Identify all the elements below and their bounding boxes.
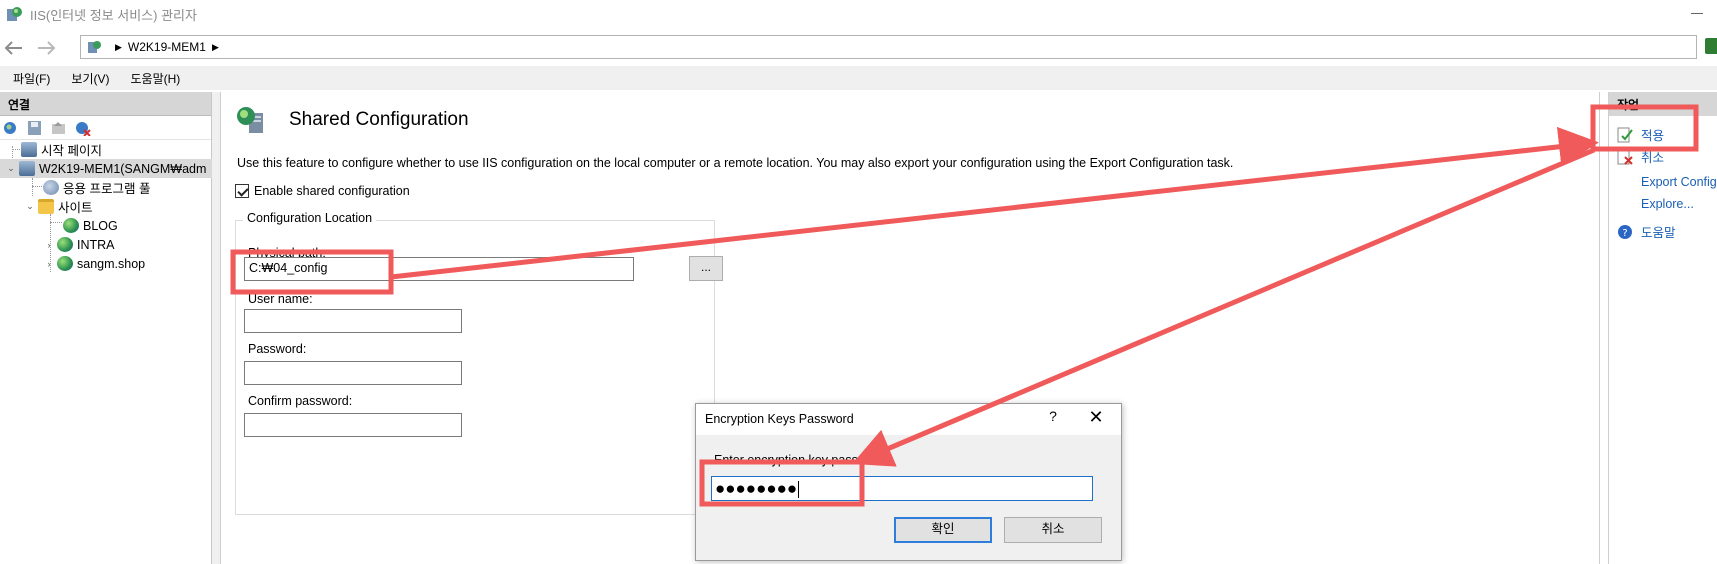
- connections-toolbar: [0, 116, 211, 140]
- globe-icon: [63, 218, 79, 233]
- confirm-password-input[interactable]: [244, 413, 462, 437]
- dialog-close-icon[interactable]: ✕: [1086, 407, 1106, 428]
- menu-view[interactable]: 보기(V): [71, 70, 109, 87]
- refresh-icon[interactable]: [1705, 38, 1717, 54]
- navigation-bar: ▶ W2K19-MEM1 ▶: [0, 30, 1717, 66]
- title-bar: IIS(인터넷 정보 서비스) 관리자: [0, 0, 1717, 28]
- forward-icon[interactable]: [34, 36, 58, 60]
- iis-app-icon: [7, 7, 22, 21]
- up-level-icon[interactable]: [50, 120, 68, 136]
- help-action[interactable]: ? 도움말: [1617, 222, 1676, 241]
- connections-pane: 연결 시작 페이지 ⌄ W2K19-MEM1(SANGM₩adm 응용 프로그램…: [0, 92, 212, 564]
- globe-icon: [57, 237, 73, 252]
- cancel-icon: [1617, 149, 1633, 165]
- tree-item-label: W2K19-MEM1(SANGM₩adm: [39, 161, 207, 176]
- cancel-action[interactable]: 취소: [1617, 147, 1664, 166]
- address-bar[interactable]: ▶ W2K19-MEM1 ▶: [80, 35, 1697, 59]
- pane-splitter[interactable]: [212, 92, 220, 564]
- apply-label: 적용: [1641, 129, 1665, 143]
- app-pool-icon: [43, 180, 59, 195]
- tree-item-start-page[interactable]: 시작 페이지: [8, 140, 102, 159]
- physical-path-input[interactable]: C:₩04_config: [244, 257, 634, 281]
- menu-help[interactable]: 도움말(H): [130, 70, 180, 87]
- globe-icon: [57, 256, 73, 271]
- ok-button[interactable]: 확인: [894, 517, 992, 543]
- tree-item-label: 시작 페이지: [41, 144, 102, 158]
- apply-action[interactable]: 적용: [1617, 125, 1664, 144]
- start-page-icon: [21, 142, 37, 157]
- breadcrumb-arrow-icon[interactable]: ▶: [212, 42, 219, 53]
- delete-connection-icon[interactable]: [74, 120, 92, 136]
- enable-shared-config-row[interactable]: Enable shared configuration: [235, 184, 410, 198]
- actions-header: 작업: [1609, 92, 1717, 116]
- apply-icon: [1617, 127, 1633, 142]
- tree-item-site-sangm-shop[interactable]: › sangm.shop: [44, 254, 145, 273]
- actions-pane: 작업 적용 취소 Export Config Explore... ? 도움말: [1608, 92, 1717, 564]
- text-caret: [798, 481, 800, 499]
- password-label: Password:: [248, 342, 307, 356]
- collapse-arrow-icon[interactable]: ⌄: [6, 163, 16, 174]
- explore-link[interactable]: Explore...: [1641, 197, 1694, 211]
- breadcrumb-server[interactable]: W2K19-MEM1: [128, 40, 206, 54]
- tree-item-label: 사이트: [58, 201, 93, 215]
- minimize-icon[interactable]: [1691, 13, 1703, 14]
- collapse-arrow-icon[interactable]: ⌄: [25, 201, 35, 212]
- user-name-input[interactable]: [244, 309, 462, 333]
- expand-arrow-icon[interactable]: ›: [44, 259, 54, 269]
- dialog-title: Encryption Keys Password: [705, 412, 854, 426]
- tree-item-label: 응용 프로그램 풀: [63, 182, 151, 196]
- tree-item-label: INTRA: [77, 237, 115, 252]
- export-configuration-link[interactable]: Export Config: [1641, 175, 1717, 189]
- encryption-key-label: Enter encryption key password:: [714, 453, 889, 467]
- connections-header: 연결: [0, 92, 211, 116]
- menu-bar: 파일(F) 보기(V) 도움말(H): [0, 66, 1717, 90]
- password-input[interactable]: [244, 361, 462, 385]
- tree-item-app-pools[interactable]: 응용 프로그램 풀: [30, 178, 150, 197]
- server-icon: [88, 41, 101, 53]
- feature-description: Use this feature to configure whether to…: [237, 156, 1234, 170]
- tree-item-label: sangm.shop: [77, 256, 146, 271]
- encryption-key-masked-value: ●●●●●●●●: [715, 479, 798, 498]
- breadcrumb-arrow-icon[interactable]: ▶: [115, 42, 122, 53]
- menu-file[interactable]: 파일(F): [13, 70, 50, 87]
- user-name-label: User name:: [248, 292, 313, 306]
- help-icon: ?: [1618, 224, 1632, 239]
- folder-icon: [38, 199, 54, 214]
- tree-item-label: BLOG: [83, 218, 118, 233]
- enable-shared-config-label: Enable shared configuration: [254, 184, 410, 198]
- encryption-key-password-input[interactable]: ●●●●●●●●: [711, 476, 1093, 501]
- cancel-label: 취소: [1641, 151, 1665, 165]
- configuration-location-label: Configuration Location: [243, 211, 377, 225]
- back-icon[interactable]: [2, 36, 26, 60]
- encryption-keys-password-dialog: Encryption Keys Password ? ✕ Enter encry…: [695, 403, 1122, 561]
- dialog-help-icon[interactable]: ?: [1043, 408, 1063, 424]
- browse-button[interactable]: ...: [689, 256, 723, 281]
- enable-shared-config-checkbox[interactable]: [235, 184, 249, 198]
- save-icon[interactable]: [26, 120, 44, 136]
- confirm-password-label: Confirm password:: [248, 394, 353, 408]
- shared-configuration-icon: [237, 107, 263, 133]
- tree-item-site-blog[interactable]: BLOG: [50, 216, 118, 235]
- tree-item-site-intra[interactable]: › INTRA: [44, 235, 115, 254]
- tree-item-sites[interactable]: ⌄ 사이트: [25, 197, 93, 216]
- expand-arrow-icon[interactable]: ›: [44, 240, 54, 250]
- server-icon: [19, 161, 35, 176]
- dialog-cancel-button[interactable]: 취소: [1004, 517, 1102, 543]
- help-label: 도움말: [1641, 226, 1676, 240]
- connect-icon[interactable]: [2, 120, 20, 136]
- svg-text:?: ?: [1622, 228, 1627, 239]
- dialog-title-bar: Encryption Keys Password ? ✕: [696, 404, 1121, 435]
- tree-item-server[interactable]: ⌄ W2K19-MEM1(SANGM₩adm: [0, 159, 212, 178]
- page-title: Shared Configuration: [289, 109, 469, 130]
- window-title: IIS(인터넷 정보 서비스) 관리자: [30, 7, 197, 23]
